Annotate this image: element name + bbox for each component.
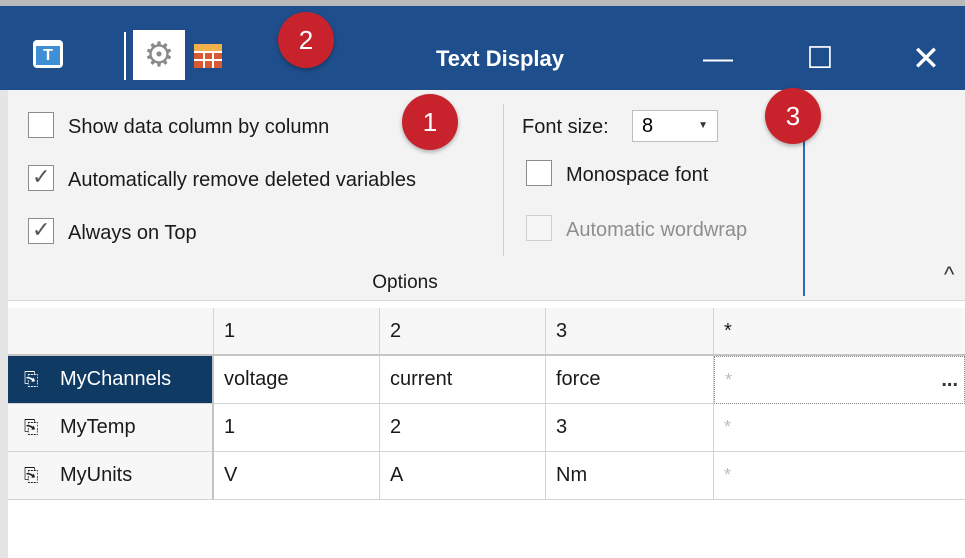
font-size-value: 8 — [642, 115, 654, 137]
table-cell[interactable]: 2 — [380, 404, 546, 452]
channel-icon: ⎘ — [24, 465, 39, 485]
text-display-app-icon[interactable] — [33, 40, 63, 68]
text-display-window: ⚙ Text Display — ☐ ✕ Show data column by… — [0, 0, 965, 558]
show-data-column-label: Show data column by column — [68, 116, 330, 138]
options-divider — [503, 104, 504, 256]
font-size-label: Font size: — [522, 116, 609, 138]
table-grid-icon[interactable] — [194, 44, 222, 68]
row-header-mytemp[interactable]: ⎘ MyTemp — [8, 404, 214, 452]
row-header-myunits[interactable]: ⎘ MyUnits — [8, 452, 214, 500]
row-name: MyChannels — [60, 368, 172, 390]
table-cell[interactable]: 3 — [546, 404, 714, 452]
new-value-cell[interactable]: * — [714, 404, 965, 452]
options-group-caption: Options — [372, 272, 438, 293]
toolbar-separator — [124, 32, 126, 80]
title-bar: ⚙ Text Display — ☐ ✕ — [0, 0, 965, 90]
show-data-column-checkbox[interactable] — [28, 112, 54, 138]
callout-badge-2: 2 — [278, 12, 334, 68]
table-cell[interactable]: Nm — [546, 452, 714, 500]
column-header[interactable]: 2 — [380, 308, 546, 356]
callout-badge-3: 3 — [765, 88, 821, 144]
annotation-line — [803, 132, 805, 296]
always-on-top-checkbox[interactable] — [28, 215, 54, 245]
table-cell[interactable]: voltage — [214, 356, 380, 404]
wordwrap-checkbox — [526, 215, 552, 241]
table-corner — [8, 308, 214, 356]
settings-button[interactable]: ⚙ — [133, 30, 185, 80]
column-header-new[interactable]: * — [714, 308, 965, 356]
font-size-dropdown[interactable]: 8 ▼ — [632, 110, 718, 142]
row-name: MyUnits — [60, 464, 133, 486]
table-cell[interactable]: current — [380, 356, 546, 404]
window-left-border — [0, 90, 8, 558]
new-value-cell[interactable]: * ... — [714, 356, 965, 404]
auto-remove-label: Automatically remove deleted variables — [68, 169, 416, 191]
wordwrap-label: Automatic wordwrap — [566, 219, 748, 241]
table-cell[interactable]: A — [380, 452, 546, 500]
auto-remove-checkbox[interactable] — [28, 162, 54, 192]
new-value-placeholder: * — [724, 465, 732, 485]
row-name: MyTemp — [60, 416, 136, 438]
data-table: 1 2 3 * ⎘ MyChannels voltage current forc… — [8, 308, 965, 500]
table-cell[interactable]: 1 — [214, 404, 380, 452]
new-value-cell[interactable]: * — [714, 452, 965, 500]
monospace-label: Monospace font — [566, 164, 709, 186]
more-options-button[interactable]: ... — [941, 357, 958, 403]
chevron-down-icon: ▼ — [698, 120, 708, 131]
column-header[interactable]: 3 — [546, 308, 714, 356]
new-value-placeholder: * — [724, 417, 732, 437]
channel-icon: ⎘ — [24, 417, 39, 437]
maximize-button[interactable]: ☐ — [792, 34, 848, 84]
callout-badge-1: 1 — [402, 94, 458, 150]
column-header[interactable]: 1 — [214, 308, 380, 356]
always-on-top-label: Always on Top — [68, 222, 197, 244]
window-title: Text Display — [436, 46, 564, 71]
collapse-ribbon-icon[interactable]: ^ — [944, 262, 954, 288]
close-button[interactable]: ✕ — [898, 34, 954, 84]
row-header-mychannels[interactable]: ⎘ MyChannels — [8, 356, 214, 404]
table-cell[interactable]: V — [214, 452, 380, 500]
monospace-checkbox[interactable] — [526, 160, 552, 186]
gear-icon: ⚙ — [143, 36, 175, 74]
new-value-placeholder: * — [725, 370, 733, 390]
minimize-button[interactable]: — — [690, 34, 746, 84]
table-cell[interactable]: force — [546, 356, 714, 404]
channel-icon: ⎘ — [24, 369, 39, 389]
